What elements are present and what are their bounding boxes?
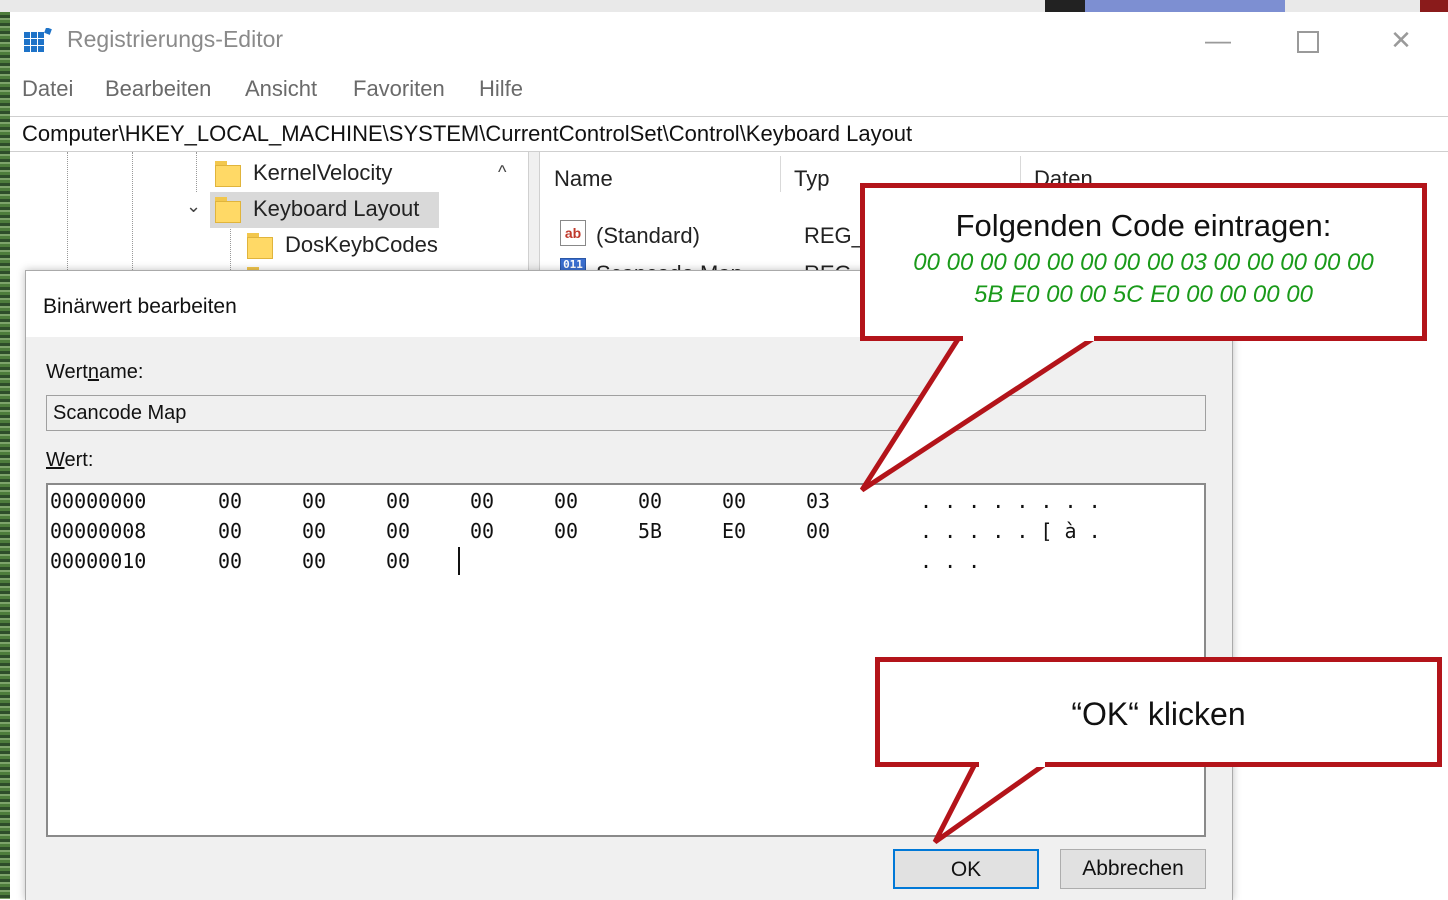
hex-ascii: . . . . . [ à .: [920, 519, 1101, 543]
ok-button[interactable]: OK: [893, 849, 1039, 889]
hex-byte[interactable]: 00: [554, 519, 578, 543]
cancel-button[interactable]: Abbrechen: [1060, 849, 1206, 889]
tree-guide-line: [132, 152, 133, 282]
menu-hilfe[interactable]: Hilfe: [479, 76, 523, 102]
tree-item-keyboard-layout[interactable]: Keyboard Layout: [253, 196, 419, 222]
hex-byte[interactable]: 00: [302, 519, 326, 543]
hex-byte[interactable]: 00: [302, 549, 326, 573]
registry-editor-icon: [24, 28, 52, 52]
column-name[interactable]: Name: [554, 166, 613, 192]
row-name-standard[interactable]: (Standard): [596, 223, 700, 249]
background-strip: [0, 0, 1448, 12]
background-dark-block: [1045, 0, 1085, 12]
address-path[interactable]: Computer\HKEY_LOCAL_MACHINE\SYSTEM\Curre…: [22, 121, 912, 147]
hex-offset: 00000008: [50, 519, 147, 543]
chevron-down-icon[interactable]: ⌄: [186, 196, 201, 217]
callout-code-line1: 00 00 00 00 00 00 00 00 03 00 00 00 00 0…: [913, 249, 1374, 276]
hex-byte[interactable]: 00: [386, 519, 410, 543]
hex-ascii: . . . . . . . .: [920, 489, 1101, 513]
menu-ansicht[interactable]: Ansicht: [245, 76, 317, 102]
hex-ascii: . . .: [920, 549, 981, 573]
hex-byte[interactable]: 00: [218, 519, 242, 543]
callout-code-line2: 5B E0 00 00 5C E0 00 00 00 00: [974, 281, 1313, 308]
background-blue-block: [1085, 0, 1285, 12]
hex-offset: 00000010: [50, 549, 147, 573]
callout-code-title: Folgenden Code eintragen:: [955, 208, 1332, 243]
tree-item-kernelvelocity[interactable]: KernelVelocity: [253, 160, 392, 186]
hex-byte[interactable]: 00: [470, 489, 494, 513]
title-bar: Registrierungs-Editor — ✕: [10, 12, 1448, 68]
scroll-up-icon[interactable]: ^: [498, 162, 506, 183]
string-value-icon: ab: [560, 220, 586, 246]
dialog-title: Binärwert bearbeiten: [43, 295, 237, 318]
value-data-label-accel: W: [46, 449, 65, 471]
hex-byte[interactable]: 03: [806, 489, 830, 513]
hex-byte[interactable]: E0: [722, 519, 746, 543]
hex-byte[interactable]: 00: [638, 489, 662, 513]
hex-offset: 00000000: [50, 489, 147, 513]
folder-icon: [215, 161, 241, 187]
hex-byte[interactable]: 00: [722, 489, 746, 513]
hex-byte[interactable]: 00: [302, 489, 326, 513]
menu-datei[interactable]: Datei: [22, 76, 73, 102]
background-red-block: [1420, 0, 1448, 12]
maximize-button[interactable]: [1285, 20, 1331, 60]
tree-guide-line: [196, 152, 197, 192]
pane-splitter[interactable]: [528, 152, 540, 282]
column-separator[interactable]: [780, 156, 781, 192]
menu-bearbeiten[interactable]: Bearbeiten: [105, 76, 211, 102]
tree-guide-line: [67, 152, 68, 282]
hex-byte[interactable]: 00: [470, 519, 494, 543]
tree-item-doskeybcodes[interactable]: DosKeybCodes: [285, 232, 438, 258]
menu-favoriten[interactable]: Favoriten: [353, 76, 445, 102]
value-name-field: Scancode Map: [46, 395, 1206, 431]
hex-byte[interactable]: 00: [554, 489, 578, 513]
maximize-icon: [1297, 31, 1319, 54]
hex-byte[interactable]: 00: [218, 489, 242, 513]
value-name-label-part: Wert: [46, 361, 88, 383]
value-data-label: Wert:: [46, 449, 93, 472]
hex-byte[interactable]: 00: [806, 519, 830, 543]
dialog-body: Wertname: Scancode Map Wert: 00000000 00…: [26, 337, 1232, 900]
folder-icon: [247, 233, 273, 259]
hex-byte[interactable]: 5B: [638, 519, 662, 543]
background-left-edge: [0, 12, 10, 899]
tree-pane: KernelVelocity ⌄ Keyboard Layout DosKeyb…: [10, 152, 528, 293]
value-data-label-part: ert:: [64, 449, 94, 471]
minimize-button[interactable]: —: [1195, 20, 1241, 60]
address-bar[interactable]: Computer\HKEY_LOCAL_MACHINE\SYSTEM\Curre…: [10, 116, 1448, 152]
edit-binary-dialog: Binärwert bearbeiten Wertname: Scancode …: [25, 270, 1233, 900]
value-name-label-accel: n: [87, 361, 99, 383]
callout-ok-text: “OK“ klicken: [1071, 696, 1246, 732]
value-name-label-part: ame:: [98, 361, 144, 383]
text-caret: [458, 547, 460, 575]
close-button[interactable]: ✕: [1378, 20, 1424, 60]
menu-bar: Datei Bearbeiten Ansicht Favoriten Hilfe: [10, 76, 1448, 106]
value-name-label: Wertname:: [46, 361, 143, 384]
hex-byte[interactable]: 00: [218, 549, 242, 573]
hex-byte[interactable]: 00: [386, 489, 410, 513]
folder-icon: [215, 197, 241, 223]
column-type[interactable]: Typ: [794, 166, 829, 192]
hex-byte[interactable]: 00: [386, 549, 410, 573]
window-title: Registrierungs-Editor: [67, 26, 284, 52]
callout-code: Folgenden Code eintragen: 00 00 00 00 00…: [860, 183, 1427, 341]
callout-ok: “OK“ klicken: [875, 657, 1442, 767]
